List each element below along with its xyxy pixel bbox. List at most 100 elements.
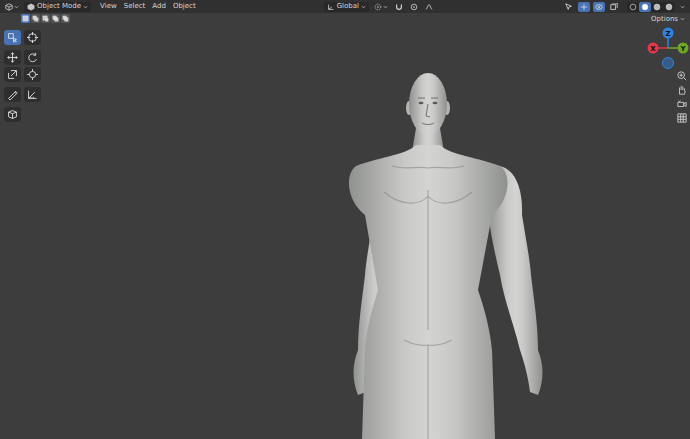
selectability-icon [565, 3, 573, 11]
axis-handle[interactable] [678, 43, 689, 54]
zoom-icon [677, 71, 687, 81]
tool-icon [27, 89, 38, 100]
blender-window: Object Mode View Select Add Object Global Opti… [0, 0, 690, 439]
selectability-toggle[interactable] [563, 2, 575, 12]
scene [0, 13, 690, 439]
mode-label: Object Mode [37, 2, 81, 11]
tool-icon [7, 52, 18, 63]
navigation-button[interactable] [676, 70, 688, 82]
tool-button[interactable] [4, 50, 21, 65]
camera-icon [677, 99, 687, 109]
falloff-curve-icon [425, 3, 433, 11]
overlay-toggle[interactable] [593, 2, 605, 12]
select-mode-button[interactable] [31, 14, 40, 23]
navigation-gizmo[interactable]: Z X Y [646, 26, 690, 70]
orientation-dropdown[interactable]: Global [324, 2, 369, 12]
orientation-label: Global [337, 2, 359, 11]
shading-sphere-icon [665, 3, 673, 11]
shading-options-button[interactable] [678, 2, 687, 12]
overlay-icon [595, 3, 603, 11]
select-mode-button[interactable] [61, 14, 70, 23]
select-mode-button[interactable] [51, 14, 60, 23]
falloff-button[interactable] [423, 2, 435, 12]
chevron-icon [14, 5, 19, 9]
global-axes-icon [327, 3, 335, 11]
menu-item[interactable]: Select [124, 2, 146, 11]
navigation-buttons [676, 70, 688, 124]
proportional-icon [410, 3, 418, 11]
pan-hand-icon [677, 85, 687, 95]
xray-toggle[interactable] [608, 2, 620, 12]
select-mode-icon [52, 15, 59, 22]
navigation-button[interactable] [676, 98, 688, 110]
menu-item[interactable]: Object [173, 2, 196, 11]
select-mode-bar [21, 14, 70, 23]
tool-button[interactable] [24, 87, 41, 102]
human-figure[interactable] [349, 73, 543, 439]
tool-button[interactable] [24, 50, 41, 65]
gizmo-toggle[interactable] [578, 2, 590, 12]
tool-group [4, 87, 41, 102]
tool-button[interactable] [4, 30, 21, 45]
tool-group [4, 107, 41, 122]
grid-icon [677, 113, 687, 123]
snap-button[interactable] [393, 2, 405, 12]
tool-button[interactable] [24, 67, 41, 82]
chevron-icon [83, 5, 88, 9]
shading-mode-button[interactable] [651, 2, 663, 12]
tool-icon [27, 32, 38, 43]
axis-handle[interactable] [663, 28, 674, 39]
select-mode-button[interactable] [21, 14, 30, 23]
tool-icon [7, 89, 18, 100]
xray-icon [610, 3, 618, 11]
chevron-icon [383, 5, 388, 9]
tool-button[interactable] [24, 30, 41, 45]
tool-icon [7, 69, 18, 80]
tool-button[interactable] [4, 67, 21, 82]
tool-icon [27, 52, 38, 63]
viewport-header: Object Mode View Select Add Object Global [0, 0, 690, 13]
menu-item[interactable]: View [100, 2, 117, 11]
toolbar [4, 30, 41, 122]
axis-handle[interactable] [648, 43, 659, 54]
select-mode-icon [32, 15, 39, 22]
shading-sphere-icon [641, 3, 649, 11]
axis-label: Y [679, 45, 686, 53]
shading-mode-button[interactable] [639, 2, 651, 12]
select-mode-icon [62, 15, 69, 22]
pivot-button[interactable] [372, 2, 390, 12]
options-dropdown[interactable]: Options [649, 14, 687, 24]
negative-axis-handle[interactable] [663, 58, 674, 69]
tool-icon [27, 69, 38, 80]
navigation-button[interactable] [676, 112, 688, 124]
mode-dropdown[interactable]: Object Mode [24, 2, 91, 12]
select-mode-button[interactable] [41, 14, 50, 23]
menu-item[interactable]: Add [152, 2, 166, 11]
tool-button[interactable] [4, 107, 21, 122]
gizmo-icon [580, 3, 588, 11]
axis-label: Z [665, 30, 670, 38]
proportional-editing-button[interactable] [408, 2, 420, 12]
shading-sphere-icon [629, 3, 637, 11]
navigation-button[interactable] [676, 84, 688, 96]
axis-label: X [650, 45, 656, 53]
chevron-icon [680, 5, 685, 9]
shading-mode-button[interactable] [663, 2, 675, 12]
chevron-icon [680, 17, 685, 21]
tool-icon [7, 109, 18, 120]
3d-viewport[interactable]: Options Z X Y [0, 13, 690, 439]
shading-sphere-icon [653, 3, 661, 11]
options-label: Options [651, 15, 678, 24]
shading-mode-button[interactable] [627, 2, 639, 12]
select-mode-icon [42, 15, 49, 22]
shading-group [627, 2, 675, 12]
object-mode-icon [27, 3, 35, 11]
tool-icon [7, 32, 18, 43]
select-mode-icon [22, 15, 29, 22]
editor-type-button[interactable] [3, 2, 21, 12]
menu-bar: View Select Add Object [100, 2, 196, 11]
pivot-icon [374, 3, 382, 11]
tool-button[interactable] [4, 87, 21, 102]
tool-group [4, 30, 41, 45]
magnet-icon [395, 3, 403, 11]
